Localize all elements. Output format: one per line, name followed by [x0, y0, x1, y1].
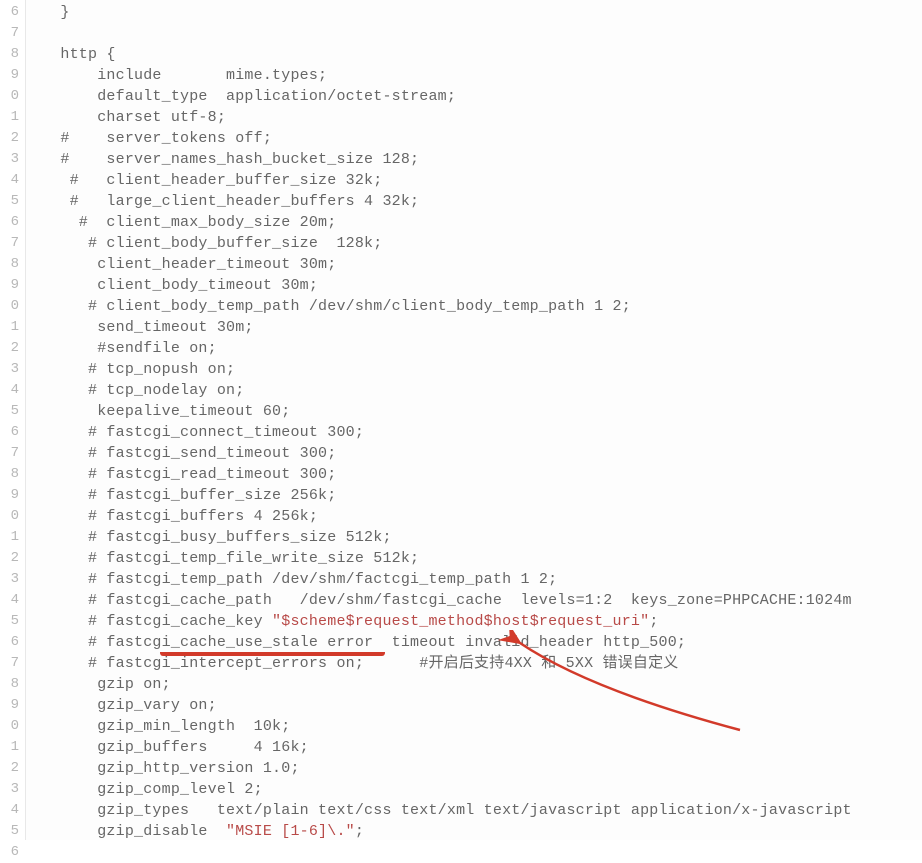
- line-number: 4: [0, 170, 25, 191]
- line-number: 6: [0, 2, 25, 23]
- line-number: 0: [0, 86, 25, 107]
- code-line: # tcp_nopush on;: [42, 359, 922, 380]
- line-number: 4: [0, 380, 25, 401]
- code-line: http {: [42, 44, 922, 65]
- code-line: # fastcgi_intercept_errors on; #开启后支持4XX…: [42, 653, 922, 674]
- line-number: 8: [0, 464, 25, 485]
- string-literal: "$scheme$request_method$host$request_uri…: [272, 613, 649, 630]
- line-number: 1: [0, 527, 25, 548]
- line-number: 9: [0, 485, 25, 506]
- line-number: 5: [0, 821, 25, 842]
- line-number: 8: [0, 44, 25, 65]
- code-line: # server_names_hash_bucket_size 128;: [42, 149, 922, 170]
- line-number: 2: [0, 548, 25, 569]
- line-number: 3: [0, 149, 25, 170]
- code-line: gzip_types text/plain text/css text/xml …: [42, 800, 922, 821]
- code-line: # client_header_buffer_size 32k;: [42, 170, 922, 191]
- line-number: 6: [0, 422, 25, 443]
- line-number: 9: [0, 695, 25, 716]
- code-line: # fastcgi_cache_path /dev/shm/fastcgi_ca…: [42, 590, 922, 611]
- code-line: # client_body_temp_path /dev/shm/client_…: [42, 296, 922, 317]
- code-line: # fastcgi_temp_file_write_size 512k;: [42, 548, 922, 569]
- code-line: client_header_timeout 30m;: [42, 254, 922, 275]
- line-number: 0: [0, 716, 25, 737]
- line-number: 1: [0, 107, 25, 128]
- line-number: 7: [0, 653, 25, 674]
- code-line: # fastcgi_send_timeout 300;: [42, 443, 922, 464]
- line-number: 0: [0, 296, 25, 317]
- code-line: # fastcgi_read_timeout 300;: [42, 464, 922, 485]
- line-number: 3: [0, 779, 25, 800]
- code-line: gzip_disable "MSIE [1-6]\.";: [42, 821, 922, 840]
- line-number: 7: [0, 23, 25, 44]
- line-number: 5: [0, 611, 25, 632]
- code-line: # client_body_buffer_size 128k;: [42, 233, 922, 254]
- code-line: gzip_http_version 1.0;: [42, 758, 922, 779]
- code-line: [42, 23, 922, 44]
- code-line: # fastcgi_cache_key "$scheme$request_met…: [42, 611, 922, 632]
- line-number: 4: [0, 800, 25, 821]
- line-number-gutter: 6789012345678901234567890123456789012345…: [0, 0, 26, 840]
- line-number: 5: [0, 401, 25, 422]
- line-number: 6: [0, 212, 25, 233]
- line-number: 7: [0, 443, 25, 464]
- line-number: 2: [0, 338, 25, 359]
- code-line: charset utf-8;: [42, 107, 922, 128]
- code-line: default_type application/octet-stream;: [42, 86, 922, 107]
- code-line: #sendfile on;: [42, 338, 922, 359]
- code-line: include mime.types;: [42, 65, 922, 86]
- string-literal: "MSIE [1-6]\.": [226, 823, 355, 840]
- line-number: 8: [0, 674, 25, 695]
- code-line: gzip_min_length 10k;: [42, 716, 922, 737]
- code-line: gzip_buffers 4 16k;: [42, 737, 922, 758]
- code-line: # client_max_body_size 20m;: [42, 212, 922, 233]
- code-line: # fastcgi_busy_buffers_size 512k;: [42, 527, 922, 548]
- code-line: client_body_timeout 30m;: [42, 275, 922, 296]
- code-line: }: [42, 2, 922, 23]
- code-line: # fastcgi_cache_use_stale error timeout …: [42, 632, 922, 653]
- code-line: # tcp_nodelay on;: [42, 380, 922, 401]
- line-number: 8: [0, 254, 25, 275]
- line-number: 1: [0, 317, 25, 338]
- line-number: 6: [0, 632, 25, 653]
- code-line: gzip_vary on;: [42, 695, 922, 716]
- code-line: # fastcgi_buffer_size 256k;: [42, 485, 922, 506]
- line-number: 4: [0, 590, 25, 611]
- code-line: # server_tokens off;: [42, 128, 922, 149]
- line-number: 6: [0, 842, 25, 863]
- line-number: 9: [0, 275, 25, 296]
- line-number: 1: [0, 737, 25, 758]
- code-area: } http { include mime.types; default_typ…: [26, 0, 922, 840]
- code-line: keepalive_timeout 60;: [42, 401, 922, 422]
- code-line: # fastcgi_buffers 4 256k;: [42, 506, 922, 527]
- line-number: 9: [0, 65, 25, 86]
- line-number: 7: [0, 233, 25, 254]
- code-line: send_timeout 30m;: [42, 317, 922, 338]
- code-line: # large_client_header_buffers 4 32k;: [42, 191, 922, 212]
- code-line: gzip on;: [42, 674, 922, 695]
- line-number: 3: [0, 569, 25, 590]
- line-number: 3: [0, 359, 25, 380]
- code-line: # fastcgi_temp_path /dev/shm/factcgi_tem…: [42, 569, 922, 590]
- line-number: 5: [0, 191, 25, 212]
- line-number: 2: [0, 758, 25, 779]
- line-number: 0: [0, 506, 25, 527]
- code-line: # fastcgi_connect_timeout 300;: [42, 422, 922, 443]
- line-number: 2: [0, 128, 25, 149]
- code-line: gzip_comp_level 2;: [42, 779, 922, 800]
